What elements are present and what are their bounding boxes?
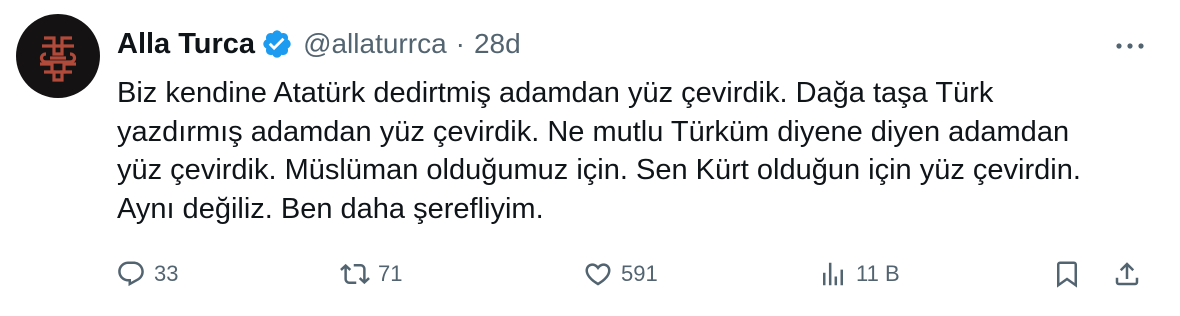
heart-icon [583, 259, 613, 289]
timestamp[interactable]: 28d [474, 28, 521, 60]
avatar[interactable] [16, 14, 100, 98]
share-button[interactable] [1112, 252, 1142, 296]
tweet-text: Biz kendine Atatürk dedirtmiş adamdan yü… [117, 74, 1157, 228]
reply-icon [116, 259, 146, 289]
repost-icon [340, 259, 370, 289]
reply-button[interactable]: 33 [116, 252, 178, 296]
tweet-actions: 33 71 591 11 B [0, 252, 1180, 296]
repost-button[interactable]: 71 [340, 252, 402, 296]
tweet-text-line: Biz kendine Atatürk dedirtmiş adamdan yü… [117, 77, 994, 109]
repost-count: 71 [378, 261, 403, 286]
bookmark-icon [1052, 259, 1082, 289]
tweet-text-line: yüz çevirdik. Müslüman olduğumuz için. S… [117, 154, 1081, 186]
display-name[interactable]: Alla Turca [117, 28, 255, 61]
bookmark-button[interactable] [1052, 252, 1082, 296]
like-count: 591 [621, 261, 658, 286]
tweet-text-line: yazdırmış adamdan yüz çevirdik. Ne mutlu… [117, 115, 1070, 148]
more-dots-icon [1116, 43, 1144, 49]
ornamental-logo-icon [39, 36, 77, 82]
verified-badge-icon[interactable] [261, 28, 293, 60]
separator-dot: · [455, 28, 465, 59]
views-button[interactable]: 11 B [818, 252, 900, 296]
like-button[interactable]: 591 [583, 252, 658, 296]
views-icon [818, 259, 848, 289]
user-handle[interactable]: @allaturrca [303, 28, 447, 60]
tweet[interactable]: Alla Turca @allaturrca · 28d Biz kendine… [0, 0, 1180, 316]
views-count: 11 B [856, 261, 900, 286]
share-icon [1112, 259, 1142, 289]
more-options-button[interactable] [1108, 28, 1152, 64]
tweet-header: Alla Turca @allaturrca · 28d [117, 24, 521, 64]
tweet-text-line: Aynı değiliz. Ben daha şerefliyim. [117, 192, 544, 225]
reply-count: 33 [154, 261, 179, 286]
